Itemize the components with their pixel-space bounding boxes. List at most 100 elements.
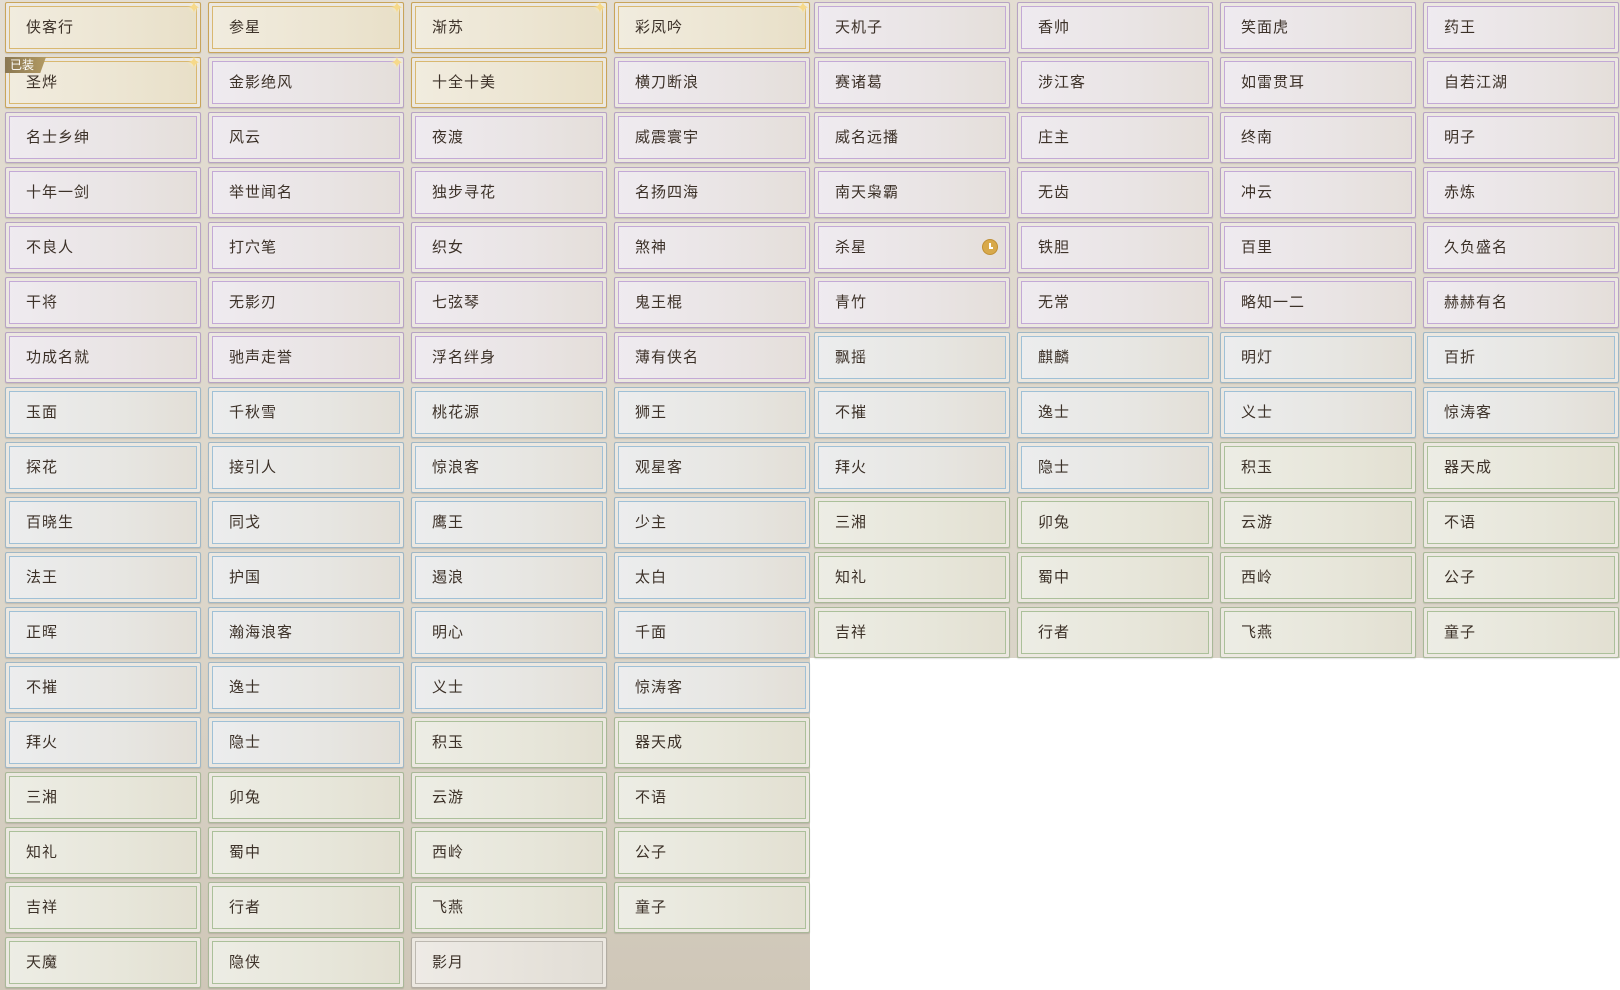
title-tile[interactable]: 无影刃 bbox=[208, 277, 404, 328]
title-tile[interactable]: 遏浪 bbox=[411, 552, 607, 603]
title-tile[interactable]: 童子 bbox=[1423, 607, 1619, 658]
title-tile[interactable]: 探花 bbox=[5, 442, 201, 493]
title-tile[interactable]: 飞燕 bbox=[411, 882, 607, 933]
title-tile[interactable]: 浮名绊身 bbox=[411, 332, 607, 383]
title-tile[interactable]: 知礼 bbox=[814, 552, 1010, 603]
title-tile[interactable]: 同戈 bbox=[208, 497, 404, 548]
title-tile[interactable]: 惊涛客 bbox=[614, 662, 810, 713]
title-tile[interactable]: 隐士 bbox=[208, 717, 404, 768]
title-tile[interactable]: 侠客行 ✦ bbox=[5, 0, 201, 53]
title-tile[interactable]: 正晖 bbox=[5, 607, 201, 658]
title-tile[interactable]: 义士 bbox=[1220, 387, 1416, 438]
title-tile[interactable]: 织女 bbox=[411, 222, 607, 273]
title-tile[interactable]: 公子 bbox=[614, 827, 810, 878]
title-tile[interactable]: 举世闻名 bbox=[208, 167, 404, 218]
title-tile[interactable]: 彩凤吟 ✦ bbox=[614, 0, 810, 53]
title-tile[interactable]: 惊涛客 bbox=[1423, 387, 1619, 438]
title-tile[interactable]: 瀚海浪客 bbox=[208, 607, 404, 658]
title-tile[interactable]: 薄有侠名 bbox=[614, 332, 810, 383]
title-tile[interactable]: 赛诸葛 bbox=[814, 57, 1010, 108]
title-tile[interactable]: 桃花源 bbox=[411, 387, 607, 438]
title-tile[interactable]: 药王 bbox=[1423, 2, 1619, 53]
title-tile[interactable]: 百晓生 bbox=[5, 497, 201, 548]
title-tile[interactable]: 器天成 bbox=[1423, 442, 1619, 493]
title-tile[interactable]: 杀星 bbox=[814, 222, 1010, 273]
title-tile[interactable]: 无齿 bbox=[1017, 167, 1213, 218]
title-tile[interactable]: 七弦琴 bbox=[411, 277, 607, 328]
title-tile[interactable]: 三湘 bbox=[5, 772, 201, 823]
title-tile[interactable]: 天魔 bbox=[5, 937, 201, 988]
title-tile[interactable]: 终南 bbox=[1220, 112, 1416, 163]
title-tile[interactable]: 知礼 bbox=[5, 827, 201, 878]
title-tile[interactable]: 青竹 bbox=[814, 277, 1010, 328]
title-tile[interactable]: 飘摇 bbox=[814, 332, 1010, 383]
title-tile[interactable]: 干将 bbox=[5, 277, 201, 328]
title-tile[interactable]: 赤炼 bbox=[1423, 167, 1619, 218]
title-tile[interactable]: 无常 bbox=[1017, 277, 1213, 328]
title-tile[interactable]: 自若江湖 bbox=[1423, 57, 1619, 108]
title-tile[interactable]: 卯兔 bbox=[1017, 497, 1213, 548]
title-tile[interactable]: 行者 bbox=[208, 882, 404, 933]
title-tile[interactable]: 不语 bbox=[1423, 497, 1619, 548]
title-tile[interactable]: 吉祥 bbox=[5, 882, 201, 933]
title-tile[interactable]: 夜渡 bbox=[411, 112, 607, 163]
title-tile[interactable]: 隐士 bbox=[1017, 442, 1213, 493]
title-tile[interactable]: 圣烨 ✦ 已装 bbox=[5, 55, 201, 108]
title-tile[interactable]: 法王 bbox=[5, 552, 201, 603]
title-tile[interactable]: 三湘 bbox=[814, 497, 1010, 548]
title-tile[interactable]: 童子 bbox=[614, 882, 810, 933]
title-tile[interactable]: 卯兔 bbox=[208, 772, 404, 823]
title-tile[interactable]: 不摧 bbox=[814, 387, 1010, 438]
title-tile[interactable]: 玉面 bbox=[5, 387, 201, 438]
title-tile[interactable]: 明子 bbox=[1423, 112, 1619, 163]
title-tile[interactable]: 名扬四海 bbox=[614, 167, 810, 218]
title-tile[interactable]: 千秋雪 bbox=[208, 387, 404, 438]
title-tile[interactable]: 行者 bbox=[1017, 607, 1213, 658]
title-tile[interactable]: 千面 bbox=[614, 607, 810, 658]
title-tile[interactable]: 百折 bbox=[1423, 332, 1619, 383]
title-tile[interactable]: 冲云 bbox=[1220, 167, 1416, 218]
title-tile[interactable]: 鬼王棍 bbox=[614, 277, 810, 328]
title-tile[interactable]: 逸士 bbox=[208, 662, 404, 713]
title-tile[interactable]: 金影绝风 ✦ bbox=[208, 55, 404, 108]
title-tile[interactable]: 飞燕 bbox=[1220, 607, 1416, 658]
title-tile[interactable]: 少主 bbox=[614, 497, 810, 548]
title-tile[interactable]: 如雷贯耳 bbox=[1220, 57, 1416, 108]
title-tile[interactable]: 渐苏 ✦ bbox=[411, 0, 607, 53]
title-tile[interactable]: 明心 bbox=[411, 607, 607, 658]
title-tile[interactable]: 太白 bbox=[614, 552, 810, 603]
title-tile[interactable]: 不语 bbox=[614, 772, 810, 823]
title-tile[interactable]: 威名远播 bbox=[814, 112, 1010, 163]
title-tile[interactable]: 积玉 bbox=[1220, 442, 1416, 493]
title-tile[interactable]: 西岭 bbox=[411, 827, 607, 878]
title-tile[interactable]: 威震寰宇 bbox=[614, 112, 810, 163]
title-tile[interactable]: 十年一剑 bbox=[5, 167, 201, 218]
title-tile[interactable]: 逸士 bbox=[1017, 387, 1213, 438]
title-tile[interactable]: 接引人 bbox=[208, 442, 404, 493]
title-tile[interactable]: 久负盛名 bbox=[1423, 222, 1619, 273]
title-tile[interactable]: 积玉 bbox=[411, 717, 607, 768]
title-tile[interactable]: 义士 bbox=[411, 662, 607, 713]
title-tile[interactable]: 隐侠 bbox=[208, 937, 404, 988]
title-tile[interactable]: 器天成 bbox=[614, 717, 810, 768]
title-tile[interactable]: 不摧 bbox=[5, 662, 201, 713]
title-tile[interactable]: 鹰王 bbox=[411, 497, 607, 548]
title-tile[interactable]: 影月 bbox=[411, 937, 607, 988]
title-tile[interactable]: 铁胆 bbox=[1017, 222, 1213, 273]
title-tile[interactable]: 不良人 bbox=[5, 222, 201, 273]
title-tile[interactable]: 南天枭霸 bbox=[814, 167, 1010, 218]
title-tile[interactable]: 功成名就 bbox=[5, 332, 201, 383]
title-tile[interactable]: 拜火 bbox=[814, 442, 1010, 493]
title-tile[interactable]: 打穴笔 bbox=[208, 222, 404, 273]
title-tile[interactable]: 横刀断浪 bbox=[614, 57, 810, 108]
title-tile[interactable]: 参星 ✦ bbox=[208, 0, 404, 53]
title-tile[interactable]: 笑面虎 bbox=[1220, 2, 1416, 53]
title-tile[interactable]: 拜火 bbox=[5, 717, 201, 768]
title-tile[interactable]: 云游 bbox=[411, 772, 607, 823]
title-tile[interactable]: 麒麟 bbox=[1017, 332, 1213, 383]
title-tile[interactable]: 护国 bbox=[208, 552, 404, 603]
title-tile[interactable]: 天机子 bbox=[814, 2, 1010, 53]
title-tile[interactable]: 吉祥 bbox=[814, 607, 1010, 658]
title-tile[interactable]: 百里 bbox=[1220, 222, 1416, 273]
title-tile[interactable]: 蜀中 bbox=[1017, 552, 1213, 603]
